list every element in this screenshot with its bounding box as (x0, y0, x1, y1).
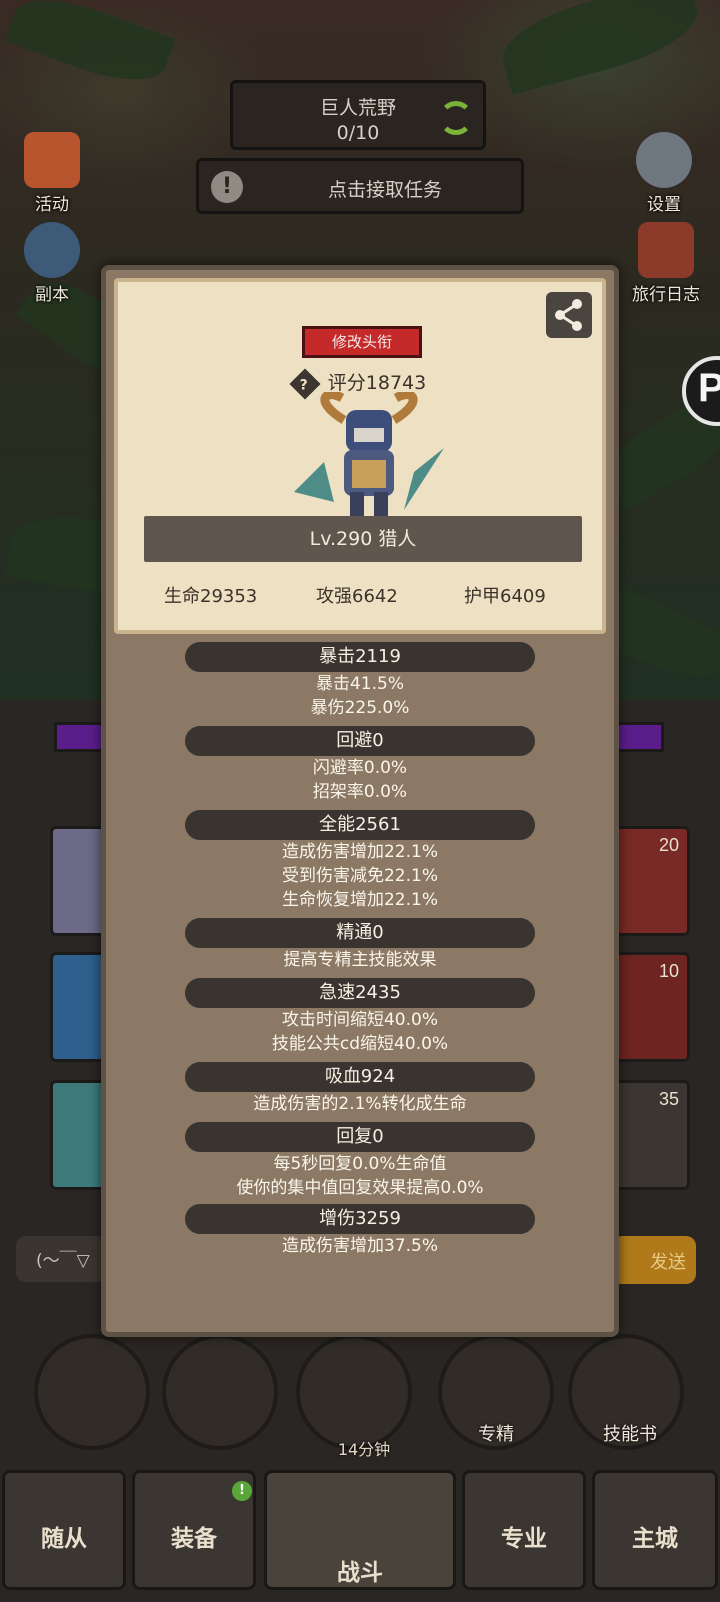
stat-line: 招架率0.0% (312, 782, 408, 802)
chat-input[interactable]: (～￣▽ (16, 1236, 106, 1282)
stat-line: 闪避率0.0% (312, 758, 408, 778)
level-class-bar: Lv.290 猎人 (144, 516, 582, 562)
tab-companions[interactable]: 随从 (2, 1470, 126, 1590)
activity-label: 活动 (35, 195, 69, 215)
stat-header: 回避0 (185, 726, 535, 756)
stat-section-regen: 回复0 每5秒回复0.0%生命值 使你的集中值回复效果提高0.0% (106, 1122, 614, 1200)
stat-line: 使你的集中值回复效果提高0.0% (236, 1178, 484, 1198)
stat-section-damage-bonus: 增伤3259 造成伤害增加37.5% (106, 1204, 614, 1258)
tab-main-city[interactable]: 主城 (592, 1470, 718, 1590)
stat-line: 生命恢复增加22.1% (281, 890, 438, 910)
stat-line: 技能公共cd缩短40.0% (271, 1034, 449, 1054)
quest-bar[interactable]: ! 点击接取任务 (196, 158, 524, 214)
share-button[interactable] (546, 292, 592, 338)
stat-section-mastery: 精通0 提高专精主技能效果 (106, 918, 614, 972)
stat-line: 攻击时间缩短40.0% (281, 1010, 438, 1030)
character-stats-modal: 修改头衔 ? 评分18743 Lv.290 猎人 生命29353 攻强6642 护… (101, 265, 619, 1337)
quest-alert-icon: ! (211, 171, 243, 203)
stat-section-versatility: 全能2561 造成伤害增加22.1% 受到伤害减免22.1% 生命恢复增加22.… (106, 810, 614, 912)
stat-line: 造成伤害的2.1%转化成生命 (253, 1094, 467, 1114)
hunter-avatar (294, 392, 444, 516)
dungeon-label: 副本 (35, 285, 69, 305)
specialization-label: 专精 (478, 1424, 514, 1445)
stat-line: 每5秒回复0.0%生命值 (273, 1154, 447, 1174)
slot-count: 20 (658, 835, 679, 855)
stat-line: 提高专精主技能效果 (283, 950, 437, 970)
tab-battle[interactable]: 战斗 (264, 1470, 456, 1590)
gear-icon (636, 132, 692, 188)
bread-button[interactable] (162, 1334, 278, 1450)
travel-log-label: 旅行日志 (632, 285, 700, 305)
stat-section-avoidance: 回避0 闪避率0.0% 招架率0.0% (106, 726, 614, 804)
stat-section-haste: 急速2435 攻击时间缩短40.0% 技能公共cd缩短40.0% (106, 978, 614, 1056)
floating-button-glyph: P (698, 366, 720, 410)
dungeon-button[interactable]: 副本 (12, 222, 92, 305)
skillbook-label: 技能书 (603, 1424, 657, 1445)
slot-count: 35 (658, 1089, 679, 1109)
hp-stat: 生命29353 (164, 586, 258, 607)
edit-title-button[interactable]: 修改头衔 (302, 326, 422, 358)
chest-timer: 14分钟 (337, 1440, 391, 1459)
potion-button[interactable] (34, 1334, 150, 1450)
zone-panel[interactable]: 巨人荒野 0/10 (230, 80, 486, 150)
foliage (4, 0, 176, 96)
stat-header: 暴击2119 (185, 642, 535, 672)
score-label: 评分18743 (327, 372, 427, 394)
foliage (494, 0, 706, 95)
tab-profession[interactable]: 专业 (462, 1470, 586, 1590)
stat-section-crit: 暴击2119 暴击41.5% 暴伤225.0% (106, 642, 614, 720)
equipment-notify-badge: ! (232, 1481, 252, 1501)
score-row: ? 评分18743 (118, 367, 602, 400)
stat-header: 急速2435 (185, 978, 535, 1008)
activity-button[interactable]: 活动 (12, 132, 92, 215)
portal-icon (24, 222, 80, 278)
stat-header: 精通0 (185, 918, 535, 948)
stat-line: 暴伤225.0% (310, 698, 410, 718)
share-icon (555, 299, 582, 331)
quest-text: 点击接取任务 (327, 179, 442, 201)
slot-count: 10 (658, 961, 679, 981)
armor-stat: 护甲6409 (464, 586, 546, 607)
chest-button[interactable] (296, 1334, 412, 1450)
stat-header: 全能2561 (185, 810, 535, 840)
book-icon (638, 222, 694, 278)
send-button[interactable]: 发送 (612, 1236, 696, 1284)
attack-stat: 攻强6642 (316, 586, 398, 607)
refresh-icon[interactable] (439, 101, 473, 135)
stat-header: 吸血924 (185, 1062, 535, 1092)
stat-line: 造成伤害增加22.1% (281, 842, 438, 862)
stat-header: 回复0 (185, 1122, 535, 1152)
calendar-icon (24, 132, 80, 188)
settings-button[interactable]: 设置 (624, 132, 704, 215)
character-card: 修改头衔 ? 评分18743 Lv.290 猎人 生命29353 攻强6642 护… (114, 278, 606, 634)
stat-line: 受到伤害减免22.1% (281, 866, 438, 886)
settings-label: 设置 (647, 195, 681, 215)
travel-log-button[interactable]: 旅行日志 (618, 222, 714, 305)
stat-line: 造成伤害增加37.5% (281, 1236, 438, 1256)
stat-line: 暴击41.5% (315, 674, 404, 694)
stat-header: 增伤3259 (185, 1204, 535, 1234)
stat-section-lifesteal: 吸血924 造成伤害的2.1%转化成生命 (106, 1062, 614, 1116)
